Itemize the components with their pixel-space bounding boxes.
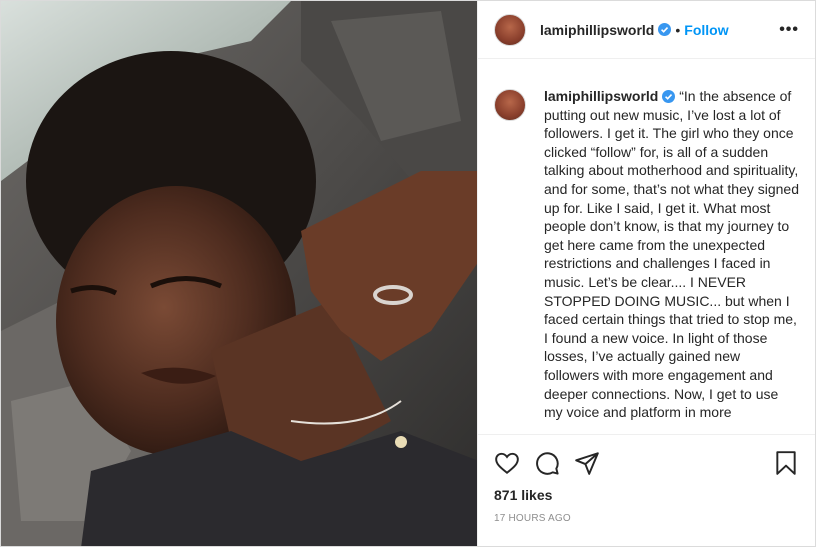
avatar[interactable] xyxy=(494,13,526,46)
username-link[interactable]: lamiphillipsworld xyxy=(540,22,654,38)
caption-username-link[interactable]: lamiphillipsworld xyxy=(544,88,658,104)
more-options-button[interactable]: ••• xyxy=(779,21,799,39)
caption-row: lamiphillipsworld “In the absence of put… xyxy=(494,87,799,422)
likes-count[interactable]: 871 likes xyxy=(478,487,815,503)
verified-badge-icon xyxy=(658,23,672,36)
post-header: lamiphillipsworld • Follow ••• xyxy=(478,1,815,59)
verified-badge-icon xyxy=(662,90,676,103)
selfie-image xyxy=(1,1,477,546)
separator-dot: • xyxy=(675,21,681,38)
comments-section: lamiphillipsworld “In the absence of put… xyxy=(478,59,815,435)
follow-button[interactable]: Follow xyxy=(684,22,728,38)
caption-text: lamiphillipsworld “In the absence of put… xyxy=(544,87,799,422)
caption-body: “In the absence of putting out new music… xyxy=(544,88,800,421)
comment-icon[interactable] xyxy=(534,450,560,476)
post-photo[interactable] xyxy=(1,1,477,546)
post-side-panel: lamiphillipsworld • Follow ••• lamiphill… xyxy=(477,1,815,546)
share-icon[interactable] xyxy=(574,450,600,476)
post-timestamp[interactable]: 17 HOURS AGO xyxy=(478,513,815,524)
bookmark-icon[interactable] xyxy=(773,450,799,476)
action-bar xyxy=(478,441,815,485)
caption-avatar[interactable] xyxy=(494,89,526,121)
instagram-post: lamiphillipsworld • Follow ••• lamiphill… xyxy=(0,0,816,547)
heart-icon[interactable] xyxy=(494,450,520,476)
